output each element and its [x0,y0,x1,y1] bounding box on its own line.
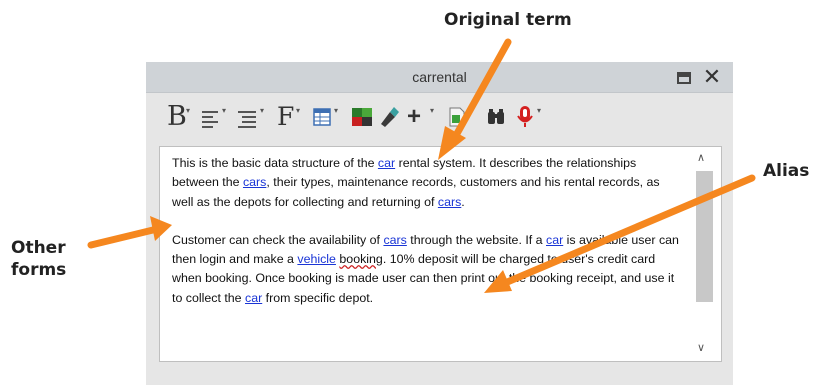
table-icon [313,108,331,126]
term-link[interactable]: car [546,233,563,247]
document-button[interactable] [448,102,466,132]
text-run: This is the basic data structure of the [172,156,378,170]
align-button[interactable] [202,102,218,132]
font-button[interactable]: F [277,102,294,132]
brush-button[interactable] [378,102,400,132]
bold-icon: B [167,101,187,132]
find-button[interactable] [487,102,505,132]
text-run: Customer can check the availability of [172,232,384,247]
add-icon: + [407,103,422,130]
brush-icon [381,107,399,127]
callout-original-term: Original term [444,10,572,30]
chevron-down-icon[interactable]: ▾ [260,106,264,115]
callout-alias: Alias [763,161,810,181]
table-button[interactable] [313,102,331,132]
editor-content[interactable]: This is the basic data structure of the … [172,154,682,327]
font-icon: F [277,102,295,131]
chevron-down-icon[interactable]: ▾ [222,106,226,115]
chevron-down-icon[interactable]: ▾ [537,106,541,115]
maximize-button[interactable] [677,72,691,84]
paragraph: Customer can check the availability of c… [172,231,682,308]
title-bar: carrental ✕ [146,62,733,93]
scroll-up-icon[interactable]: ∧ [697,151,705,164]
chevron-down-icon[interactable]: ▾ [296,106,300,115]
text-editor[interactable]: This is the basic data structure of the … [159,146,722,362]
list-button[interactable] [238,102,256,132]
align-icon [202,111,218,113]
document-icon [449,107,465,127]
find-icon [488,109,504,124]
text-run: from specific depot. [262,290,374,305]
record-icon [517,106,533,127]
text-run: through the website. If a [406,232,546,247]
text-run: . [461,194,465,209]
list-icon [238,111,256,113]
term-link[interactable]: car [245,291,262,305]
term-link[interactable]: cars [243,175,266,189]
term-link[interactable]: cars [383,233,406,247]
record-button[interactable] [516,102,534,132]
chevron-down-icon[interactable]: ▾ [186,106,190,115]
add-button[interactable]: + [407,102,421,132]
scroll-down-icon[interactable]: ∨ [697,341,705,354]
editor-window: carrental ✕ B ▾ ▾ ▾ F ▾ ▾ + ▾ ▾ ▾ This i… [146,62,733,385]
scrollbar-thumb[interactable] [696,171,713,302]
toolbar: B ▾ ▾ ▾ F ▾ ▾ + ▾ ▾ ▾ [146,94,733,140]
bold-button[interactable]: B [167,102,187,132]
color-icon [352,108,372,126]
chevron-down-icon[interactable]: ▾ [334,106,338,115]
term-link[interactable]: car [378,156,395,170]
chevron-down-icon[interactable]: ▾ [469,106,473,115]
term-link[interactable]: cars [438,195,461,209]
chevron-down-icon[interactable]: ▾ [430,106,434,115]
term-link[interactable]: vehicle [297,252,336,266]
color-button[interactable] [352,102,372,132]
paragraph: This is the basic data structure of the … [172,154,682,212]
close-button[interactable]: ✕ [701,66,723,88]
callout-other-forms: Other forms [11,238,67,280]
window-title: carrental [412,69,467,85]
spellcheck-word: booking [339,252,383,267]
